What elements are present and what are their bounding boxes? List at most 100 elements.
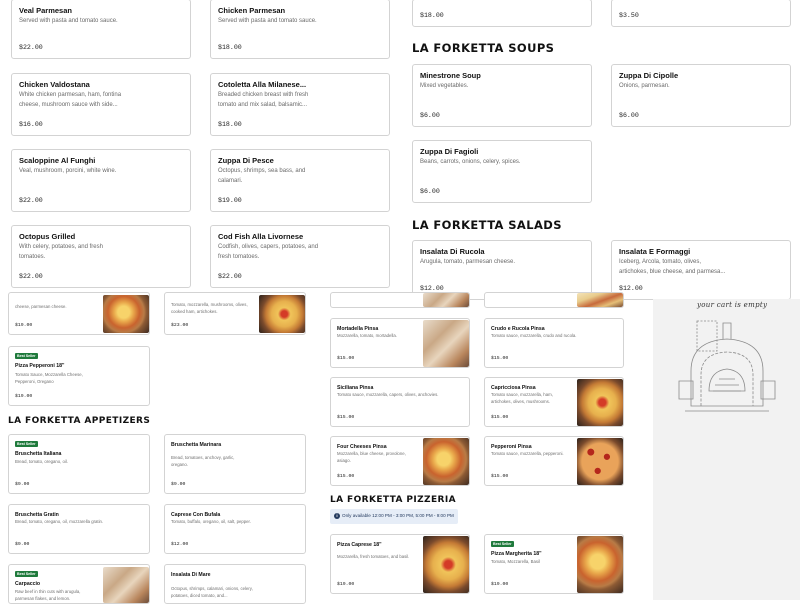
menu-item-card[interactable]: Bruschetta Marinara Bread, tomatoes, anc… <box>164 434 306 494</box>
item-name: Siciliana Pinsa <box>337 385 374 391</box>
item-description: Codfish, olives, capers, potatoes, and f… <box>218 244 319 260</box>
item-description: White chicken parmesan, ham, fontina che… <box>19 92 122 108</box>
item-description: Veal, mushroom, porcini, white wine. <box>19 168 117 174</box>
menu-item-card[interactable] <box>484 292 624 308</box>
item-price: $9.00 <box>15 482 30 487</box>
menu-item-card[interactable]: cheese, parmesan cheese. $19.00 <box>8 292 150 335</box>
menu-item-card[interactable]: Best Seller Pizza Pepperoni 18" Tomato S… <box>8 346 150 406</box>
item-price: $19.00 <box>15 323 33 328</box>
menu-item-card[interactable]: Pepperoni Pinsa Tomato sauce, mozzarella… <box>484 436 624 486</box>
item-description: Iceberg, Arcola, tomato, olives, articho… <box>619 259 726 275</box>
menu-item-card[interactable]: Best Seller Carpaccio Raw beef in thin c… <box>8 564 150 604</box>
menu-item-card[interactable]: Tomato, mozzarella, mushrooms, olives, c… <box>164 292 306 335</box>
item-price: $19.00 <box>218 197 242 204</box>
item-description: Mozzarella, blue cheese, provolone, asia… <box>337 451 406 463</box>
item-name: Carpaccio <box>15 581 41 587</box>
menu-item-card[interactable]: Chicken Valdostana White chicken parmesa… <box>11 73 191 136</box>
item-name: Scaloppine Al Funghi <box>19 156 96 165</box>
menu-item-card[interactable]: Insalata Di Mare Octopus, shrimps, calam… <box>164 564 306 604</box>
info-icon: i <box>334 513 340 519</box>
best-seller-badge: Best Seller <box>491 541 514 547</box>
menu-item-card[interactable]: Pizza Caprese 18" Mozzarella, fresh toma… <box>330 534 470 594</box>
menu-item-card[interactable] <box>330 292 470 308</box>
menu-item-card[interactable]: $3.50 <box>611 0 791 27</box>
pizza-photo <box>259 295 305 333</box>
menu-item-card[interactable]: Cod Fish Alla Livornese Codfish, olives,… <box>210 225 390 288</box>
item-price: $15.00 <box>337 474 355 479</box>
item-price: $19.00 <box>337 582 355 587</box>
item-description: Breaded chicken breast with fresh tomato… <box>218 92 309 108</box>
item-price: $19.00 <box>15 394 33 399</box>
menu-item-card[interactable]: Octopus Grilled With celery, potatoes, a… <box>11 225 191 288</box>
best-seller-badge: Best Seller <box>15 441 38 447</box>
item-name: Insalata E Formaggi <box>619 247 691 256</box>
pinsa-photo <box>423 320 469 367</box>
empty-cart-message: your cart is empty <box>697 301 768 309</box>
item-price: $6.00 <box>420 188 440 195</box>
item-price: $12.00 <box>171 542 189 547</box>
item-name: Caprese Con Bufala <box>171 512 221 518</box>
menu-item-card[interactable]: Minestrone Soup Mixed vegetables. $6.00 <box>412 64 592 127</box>
item-description: Beans, carrots, onions, celery, spices. <box>420 159 521 165</box>
section-title-appetizers: LA FORKETTA APPETIZERS <box>8 416 151 426</box>
item-name: Zuppa Di Pesce <box>218 156 274 165</box>
item-description: Tomato, Mozzarella, Basil <box>491 559 540 564</box>
menu-item-card[interactable]: Scaloppine Al Funghi Veal, mushroom, por… <box>11 149 191 212</box>
item-description: Bread, tomatoes, anchovy, garlic, oregan… <box>171 455 235 467</box>
item-price: $9.00 <box>15 542 30 547</box>
pinsa-photo <box>423 293 469 307</box>
item-price: $15.00 <box>491 356 509 361</box>
item-name: Zuppa Di Cipolle <box>619 71 679 80</box>
best-seller-badge: Best Seller <box>15 571 38 577</box>
item-description: Tomato sauce, mozzarella, crudo and ruco… <box>491 333 577 338</box>
item-name: Capricciosa Pinsa <box>491 385 536 391</box>
menu-item-card[interactable]: Four Cheeses Pinsa Mozzarella, blue chee… <box>330 436 470 486</box>
pinsa-photo <box>577 379 623 426</box>
menu-item-card[interactable]: Chicken Parmesan Served with pasta and t… <box>210 0 390 59</box>
menu-item-card[interactable]: $18.00 <box>412 0 592 27</box>
item-price: $15.00 <box>491 474 509 479</box>
item-price: $23.00 <box>171 323 189 328</box>
item-price: $16.00 <box>19 121 43 128</box>
menu-item-card[interactable]: Caprese Con Bufala Tomato, buffalo, oreg… <box>164 504 306 554</box>
menu-item-card[interactable]: Capricciosa Pinsa Tomato sauce, mozzarel… <box>484 377 624 427</box>
menu-item-card[interactable]: Zuppa Di Fagioli Beans, carrots, onions,… <box>412 140 592 203</box>
item-description: Served with pasta and tomato sauce. <box>218 18 317 24</box>
item-description: Onions, parmesan. <box>619 83 670 89</box>
item-name: Cotoletta Alla Milanese... <box>218 80 307 89</box>
item-name: Pizza Margherita 18" <box>491 551 542 557</box>
availability-banner: i Only available 12:00 PM - 3:00 PM, 5:0… <box>330 509 458 524</box>
menu-item-card[interactable]: Bruschetta Gratin Bread, tomato, oregano… <box>8 504 150 554</box>
pinsa-photo <box>577 293 623 307</box>
menu-item-card[interactable]: Cotoletta Alla Milanese... Breaded chick… <box>210 73 390 136</box>
best-seller-badge: Best Seller <box>15 353 38 359</box>
menu-item-card[interactable]: Siciliana Pinsa Tomato sauce, mozzarella… <box>330 377 470 427</box>
item-name: Pizza Pepperoni 18" <box>15 363 65 369</box>
item-description: Arugula, tomato, parmesan cheese. <box>420 259 516 265</box>
item-description: Octopus, shrimps, calamari, onions, cele… <box>171 586 253 598</box>
item-description: Tomato sauce, mozzarella, capers, olives… <box>337 392 439 397</box>
menu-item-card[interactable]: Zuppa Di Pesce Octopus, shrimps, sea bas… <box>210 149 390 212</box>
menu-item-card[interactable]: Zuppa Di Cipolle Onions, parmesan. $6.00 <box>611 64 791 127</box>
menu-item-card[interactable]: Best Seller Pizza Margherita 18" Tomato,… <box>484 534 624 594</box>
item-description: Bread, tomato, oregano, oil. <box>15 459 69 464</box>
item-price: $6.00 <box>619 112 639 119</box>
item-description: Bread, tomato, oregano, oil, mozzarella … <box>15 519 104 524</box>
menu-item-card[interactable]: Crudo e Rucola Pinsa Tomato sauce, mozza… <box>484 318 624 368</box>
menu-item-card[interactable]: Veal Parmesan Served with pasta and toma… <box>11 0 191 59</box>
item-price: $19.00 <box>491 582 509 587</box>
item-price: $18.00 <box>218 44 242 51</box>
item-description: With celery, potatoes, and fresh tomatoe… <box>19 244 103 260</box>
availability-text: Only available 12:00 PM - 3:00 PM, 5:00 … <box>342 513 454 518</box>
menu-item-card[interactable]: Insalata E Formaggi Iceberg, Arcola, tom… <box>611 240 791 300</box>
carpaccio-photo <box>103 567 149 603</box>
item-name: Octopus Grilled <box>19 232 76 241</box>
pinsa-photo <box>577 438 623 485</box>
menu-item-card[interactable]: Best Seller Bruschetta Italiana Bread, t… <box>8 434 150 494</box>
item-description: Mozzarella, tomato, mortadella. <box>337 333 397 338</box>
item-price: $9.00 <box>171 482 186 487</box>
item-price: $15.00 <box>491 415 509 420</box>
menu-item-card[interactable]: Mortadella Pinsa Mozzarella, tomato, mor… <box>330 318 470 368</box>
menu-item-card[interactable]: Insalata Di Rucola Arugula, tomato, parm… <box>412 240 592 300</box>
item-name: Insalata Di Rucola <box>420 247 485 256</box>
